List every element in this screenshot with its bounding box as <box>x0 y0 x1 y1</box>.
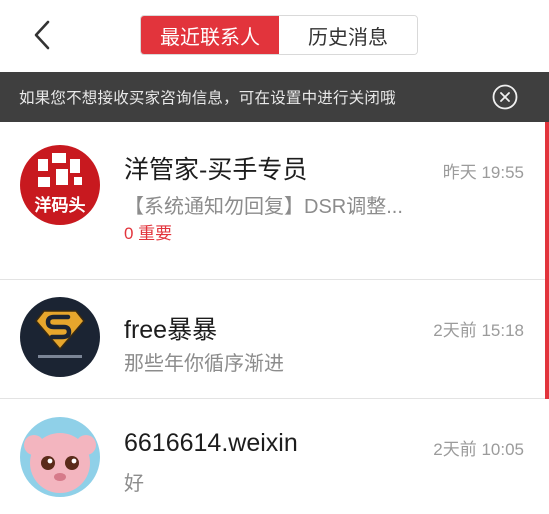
back-button[interactable] <box>28 18 58 52</box>
important-tag: 0 重要 <box>124 224 173 243</box>
conversation-row[interactable]: 6616614.weixin 2天前 10:05 好 <box>0 399 549 514</box>
conversation-row[interactable]: free暴暴 2天前 15:18 那些年你循序渐进 <box>0 280 549 399</box>
contact-name: 6616614.weixin <box>124 429 298 457</box>
avatar <box>20 417 100 497</box>
notice-bar: 如果您不想接收买家咨询信息，可在设置中进行关闭哦 <box>0 72 549 122</box>
conversation-row[interactable]: 洋码头 洋管家-买手专员 昨天 19:55 【系统通知勿回复】DSR调整... … <box>0 122 549 280</box>
message-time: 2天前 10:05 <box>433 440 524 459</box>
message-preview: 【系统通知勿回复】DSR调整... <box>124 196 403 218</box>
contact-name: free暴暴 <box>124 316 218 344</box>
message-time: 2天前 15:18 <box>433 321 524 340</box>
avatar: 洋码头 <box>20 145 100 225</box>
avatar-logo-text: 洋码头 <box>35 195 86 216</box>
message-preview: 那些年你循序渐进 <box>124 353 284 375</box>
chevron-left-icon <box>34 20 50 50</box>
close-circle-icon <box>492 84 518 110</box>
avatar <box>20 297 100 377</box>
message-preview: 好 <box>124 473 144 495</box>
notice-text: 如果您不想接收买家咨询信息，可在设置中进行关闭哦 <box>19 90 396 107</box>
unread-marker <box>545 122 549 280</box>
top-bar: 最近联系人 历史消息 <box>0 0 549 72</box>
segmented-control: 最近联系人 历史消息 <box>140 15 418 55</box>
conversation-list: 洋码头 洋管家-买手专员 昨天 19:55 【系统通知勿回复】DSR调整... … <box>0 122 549 514</box>
tab-history-messages[interactable]: 历史消息 <box>279 16 417 54</box>
contact-name: 洋管家-买手专员 <box>124 156 308 184</box>
tab-recent-contacts[interactable]: 最近联系人 <box>141 16 279 54</box>
message-time: 昨天 19:55 <box>442 163 524 182</box>
unread-marker <box>545 280 549 399</box>
notice-close-button[interactable] <box>492 84 518 110</box>
